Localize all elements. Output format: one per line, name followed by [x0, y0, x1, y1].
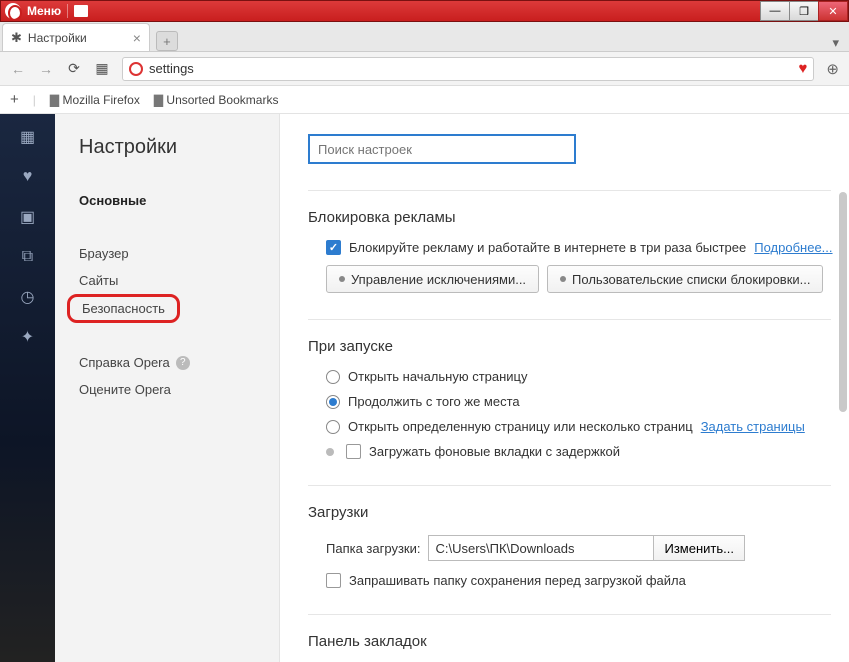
- window-titlebar: Меню — ❐ ✕: [0, 0, 849, 22]
- change-path-button[interactable]: Изменить...: [654, 535, 744, 561]
- startup-radio-home[interactable]: [326, 370, 340, 384]
- gear-icon: ✱: [11, 30, 22, 46]
- set-pages-link[interactable]: Задать страницы: [701, 419, 805, 434]
- reload-icon[interactable]: ⟳: [66, 60, 82, 77]
- speed-dial-rail-icon[interactable]: ▦: [18, 128, 38, 146]
- tab-title: Настройки: [28, 31, 87, 45]
- extensions-rail-icon[interactable]: ✦: [18, 328, 38, 346]
- bookmarks-rail-icon[interactable]: ♥: [18, 168, 38, 186]
- minimize-button[interactable]: —: [760, 1, 790, 21]
- tab-bar: ✱ Настройки × + ▾: [0, 22, 849, 52]
- download-path-input[interactable]: [428, 535, 654, 561]
- bookmark-folder-1[interactable]: ▇ Mozilla Firefox: [50, 93, 140, 107]
- scrollbar[interactable]: [839, 192, 847, 412]
- speed-dial-icon[interactable]: ▦: [94, 60, 110, 77]
- startup-radio-pages[interactable]: [326, 420, 340, 434]
- settings-nav: Настройки Основные Браузер Сайты Безопас…: [55, 114, 280, 662]
- nav-sites[interactable]: Сайты: [79, 267, 279, 294]
- nav-security[interactable]: Безопасность: [67, 294, 180, 323]
- nav-rate[interactable]: Оцените Opera: [79, 376, 279, 403]
- adblock-title: Блокировка рекламы: [308, 209, 849, 226]
- folder-icon: ▇: [154, 93, 163, 107]
- delay-tabs-checkbox[interactable]: [346, 444, 361, 459]
- sidebar-rail: ▦ ♥ ▣ ⧉ ◷ ✦: [0, 114, 55, 662]
- opera-o-icon: [129, 62, 143, 76]
- tabs-menu-icon[interactable]: ▾: [832, 35, 839, 51]
- bookmark-folder-2[interactable]: ▇ Unsorted Bookmarks: [154, 93, 279, 107]
- address-text: settings: [149, 61, 793, 76]
- menu-button[interactable]: Меню: [27, 4, 61, 18]
- opera-logo-icon: [5, 3, 21, 19]
- add-bookmark-icon[interactable]: +: [10, 91, 19, 108]
- close-button[interactable]: ✕: [818, 1, 848, 21]
- ask-folder-checkbox[interactable]: [326, 573, 341, 588]
- new-tab-button[interactable]: +: [156, 31, 178, 51]
- bookmarks-panel-title: Панель закладок: [308, 633, 849, 650]
- tab-close-icon[interactable]: ×: [133, 30, 141, 46]
- help-icon: ?: [176, 356, 190, 370]
- history-rail-icon[interactable]: ◷: [18, 288, 38, 306]
- heart-icon[interactable]: ♥: [799, 60, 808, 77]
- startup-opt3: Открыть определенную страницу или нескол…: [348, 419, 693, 434]
- ask-folder-label: Запрашивать папку сохранения перед загру…: [349, 573, 686, 588]
- bookmarks-bar: + | ▇ Mozilla Firefox ▇ Unsorted Bookmar…: [0, 86, 849, 114]
- tab-settings[interactable]: ✱ Настройки ×: [2, 23, 150, 51]
- page-title: Настройки: [79, 136, 279, 159]
- custom-lists-button[interactable]: Пользовательские списки блокировки...: [547, 265, 823, 293]
- adblock-checkbox[interactable]: [326, 240, 341, 255]
- settings-main: Блокировка рекламы Блокируйте рекламу и …: [280, 114, 849, 662]
- back-icon[interactable]: ←: [10, 61, 26, 77]
- downloads-title: Загрузки: [308, 504, 849, 521]
- downloads-icon[interactable]: ⊕: [826, 60, 839, 78]
- address-bar: ← → ⟳ ▦ settings ♥ ⊕: [0, 52, 849, 86]
- startup-radio-continue[interactable]: [326, 395, 340, 409]
- download-path-label: Папка загрузки:: [326, 541, 420, 556]
- maximize-button[interactable]: ❐: [789, 1, 819, 21]
- folder-icon: ▇: [50, 93, 59, 107]
- manage-exceptions-button[interactable]: Управление исключениями...: [326, 265, 539, 293]
- forward-icon[interactable]: →: [38, 61, 54, 77]
- settings-search-input[interactable]: [308, 134, 576, 164]
- divider: [308, 190, 831, 191]
- startup-opt4: Загружать фоновые вкладки с задержкой: [369, 444, 620, 459]
- address-input[interactable]: settings ♥: [122, 57, 814, 81]
- startup-opt1: Открыть начальную страницу: [348, 369, 528, 384]
- adblock-more-link[interactable]: Подробнее...: [754, 240, 832, 255]
- nav-help[interactable]: Справка Opera ?: [79, 349, 279, 376]
- nav-browser[interactable]: Браузер: [79, 240, 279, 267]
- startup-title: При запуске: [308, 338, 849, 355]
- news-rail-icon[interactable]: ▣: [18, 208, 38, 226]
- startup-opt2: Продолжить с того же места: [348, 394, 520, 409]
- bullet-icon: [326, 448, 334, 456]
- separator: [67, 4, 68, 18]
- nav-basic[interactable]: Основные: [79, 187, 279, 214]
- adblock-label: Блокируйте рекламу и работайте в интерне…: [349, 240, 746, 255]
- flag-icon[interactable]: [74, 5, 88, 17]
- tabs-rail-icon[interactable]: ⧉: [18, 248, 38, 266]
